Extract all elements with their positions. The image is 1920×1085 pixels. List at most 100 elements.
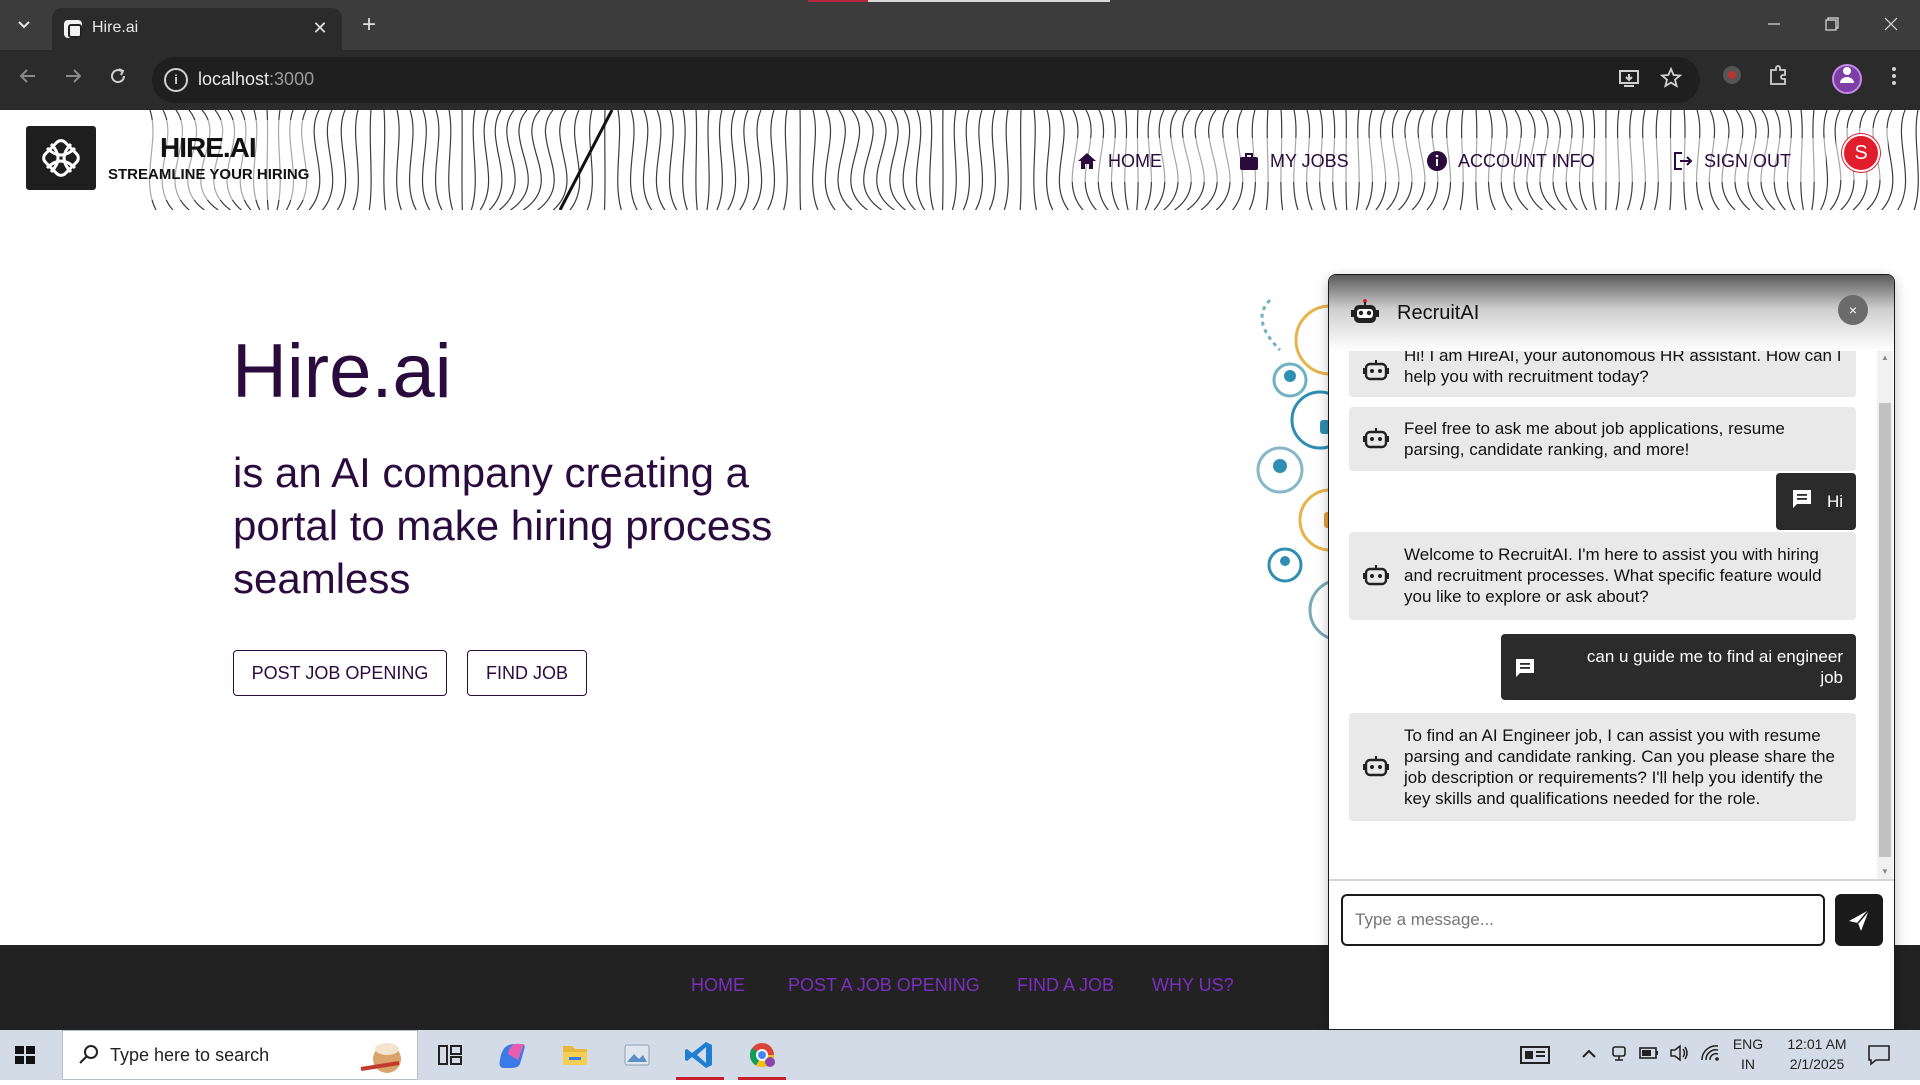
- browser-tab[interactable]: Hire.ai ✕: [52, 8, 342, 50]
- search-highlight-icon: [360, 1043, 401, 1073]
- user-message: Hi: [1776, 473, 1856, 530]
- windows-taskbar: Type here to search ENG IN 12:01 AM 2/1/…: [0, 1030, 1920, 1080]
- hero-title: Hire.ai: [232, 329, 452, 414]
- close-window-icon[interactable]: [1862, 0, 1920, 50]
- url-text: localhost:3000: [198, 69, 315, 89]
- battery-icon[interactable]: [1638, 1044, 1660, 1066]
- wifi-icon[interactable]: [1699, 1044, 1721, 1066]
- nav-my-jobs-label: MY JOBS: [1270, 150, 1349, 171]
- forward-icon[interactable]: [57, 64, 89, 96]
- footer-link-post-job[interactable]: POST A JOB OPENING: [788, 975, 980, 996]
- browser-tabstrip: Hire.ai ✕ +: [0, 0, 1920, 50]
- chat-messages[interactable]: Hi! I am HireAI, your autonomous HR assi…: [1329, 351, 1894, 879]
- chat-divider: [1329, 879, 1894, 881]
- brand-tagline: STREAMLINE YOUR HIRING: [108, 166, 310, 183]
- search-icon: [79, 1045, 98, 1064]
- news-widget-icon[interactable]: [1520, 1044, 1550, 1066]
- meet-now-icon[interactable]: [1608, 1044, 1630, 1066]
- new-tab-button[interactable]: +: [354, 11, 384, 41]
- sign-out-icon: [1674, 152, 1693, 170]
- robot-icon: [1363, 360, 1389, 381]
- footer-link-why-us[interactable]: WHY US?: [1152, 975, 1234, 996]
- home-icon: [1078, 153, 1096, 169]
- find-job-button[interactable]: FIND JOB: [467, 650, 587, 696]
- back-icon[interactable]: [12, 64, 44, 96]
- file-explorer-icon[interactable]: [547, 1030, 603, 1080]
- puzzle-icon[interactable]: [1762, 64, 1794, 96]
- kebab-menu-icon[interactable]: [1878, 64, 1910, 96]
- briefcase-icon: [1240, 153, 1258, 170]
- bookmark-star-icon[interactable]: [1658, 66, 1684, 93]
- region-code: IN: [1741, 1056, 1755, 1072]
- chrome-icon[interactable]: [734, 1030, 790, 1080]
- bot-message: Welcome to RecruitAI. I'm here to assist…: [1349, 532, 1856, 620]
- robot-icon: [1363, 565, 1389, 586]
- user-message-text: can u guide me to find ai engineer job: [1586, 647, 1843, 687]
- avatar[interactable]: S: [1842, 134, 1880, 172]
- chevron-up-icon[interactable]: [1578, 1044, 1600, 1066]
- chat-bubble-icon: [1793, 490, 1811, 508]
- language-indicator[interactable]: ENG IN: [1726, 1036, 1770, 1072]
- send-icon: [1849, 909, 1870, 931]
- nav-home-label: HOME: [1108, 150, 1162, 171]
- favicon-icon: [64, 20, 82, 38]
- chat-widget: RecruitAI × Hi! I am HireAI, your autono…: [1328, 274, 1895, 1030]
- nav-account-info[interactable]: ACCOUNT INFO: [1426, 150, 1595, 172]
- copilot-icon[interactable]: [484, 1030, 540, 1080]
- tab-title: Hire.ai: [92, 19, 139, 36]
- loading-indicator-track: [868, 0, 1110, 2]
- bot-message: To find an AI Engineer job, I can assist…: [1349, 713, 1856, 821]
- clock-time: 12:01 AM: [1787, 1036, 1847, 1052]
- reload-icon[interactable]: [102, 64, 134, 96]
- robot-icon: [1363, 756, 1389, 777]
- info-icon: [1427, 151, 1447, 171]
- scroll-down-icon[interactable]: ▼: [1879, 867, 1891, 877]
- chat-header: RecruitAI ×: [1329, 275, 1894, 351]
- profile-icon[interactable]: [1832, 64, 1862, 94]
- taskbar-search[interactable]: Type here to search: [62, 1030, 418, 1080]
- bot-message-text: Feel free to ask me about job applicatio…: [1404, 419, 1785, 459]
- chat-close-button[interactable]: ×: [1838, 295, 1868, 325]
- restore-icon[interactable]: [1803, 0, 1861, 50]
- clock-date: 2/1/2025: [1789, 1056, 1845, 1072]
- extension-icon[interactable]: [1716, 64, 1748, 96]
- robot-icon: [1363, 428, 1389, 449]
- post-job-opening-button[interactable]: POST JOB OPENING: [233, 650, 447, 696]
- chat-scrollbar-thumb[interactable]: [1879, 403, 1891, 857]
- address-bar[interactable]: i localhost:3000: [152, 57, 1700, 103]
- chat-title: RecruitAI: [1397, 302, 1480, 324]
- tab-dropdown-icon[interactable]: [6, 7, 42, 43]
- nav-sign-out-label: SIGN OUT: [1704, 150, 1792, 171]
- volume-icon[interactable]: [1668, 1044, 1690, 1066]
- chat-bubble-icon: [1516, 659, 1534, 677]
- clock[interactable]: 12:01 AM 2/1/2025: [1772, 1036, 1862, 1072]
- user-message: can u guide me to find ai engineer job: [1501, 634, 1856, 700]
- windows-start-icon[interactable]: [10, 1040, 40, 1070]
- chat-message-input[interactable]: [1341, 894, 1825, 946]
- task-view-icon[interactable]: [422, 1030, 478, 1080]
- nav-home[interactable]: HOME: [1076, 150, 1162, 172]
- taskbar-search-placeholder: Type here to search: [110, 1045, 270, 1065]
- minimize-icon[interactable]: [1745, 0, 1803, 50]
- bot-message: Hi! I am HireAI, your autonomous HR assi…: [1349, 351, 1856, 397]
- hero-subtitle: is an AI company creating a portal to ma…: [233, 449, 773, 602]
- send-button[interactable]: [1835, 894, 1883, 946]
- nav-my-jobs[interactable]: MY JOBS: [1238, 150, 1349, 172]
- site-info-icon[interactable]: i: [164, 68, 188, 92]
- photos-icon[interactable]: [609, 1030, 665, 1080]
- install-app-icon[interactable]: [1616, 67, 1642, 93]
- notification-icon[interactable]: [1866, 1044, 1892, 1066]
- bot-message-text: Hi! I am HireAI, your autonomous HR assi…: [1404, 351, 1842, 386]
- footer-link-home[interactable]: HOME: [691, 975, 745, 996]
- browser-toolbar: i localhost:3000: [0, 50, 1920, 110]
- scroll-up-icon[interactable]: ▲: [1879, 353, 1891, 363]
- robot-icon: [1351, 299, 1379, 323]
- gears-illustration: [1256, 298, 1340, 642]
- nav-sign-out[interactable]: SIGN OUT: [1672, 150, 1791, 172]
- close-tab-icon[interactable]: ✕: [308, 16, 332, 40]
- loading-indicator: [808, 0, 868, 2]
- header-line-art: [20, 110, 1919, 210]
- logo-icon[interactable]: [26, 126, 96, 190]
- footer-link-find-job[interactable]: FIND A JOB: [1017, 975, 1114, 996]
- vscode-icon[interactable]: [672, 1030, 728, 1080]
